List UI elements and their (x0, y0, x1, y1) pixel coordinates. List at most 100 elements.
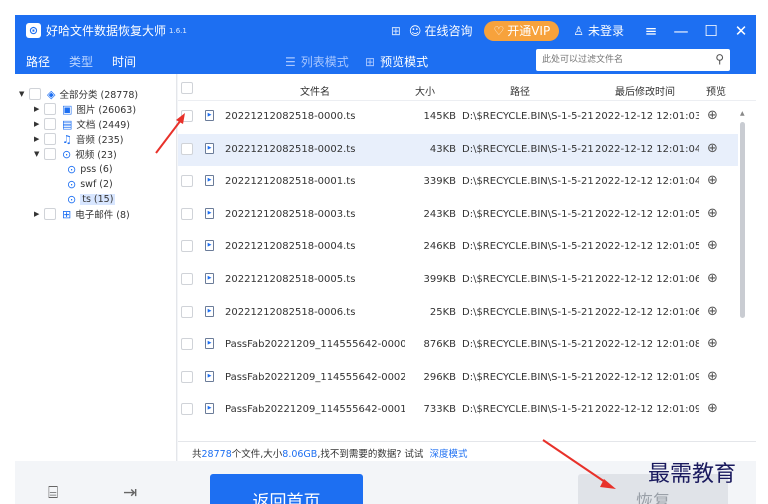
export-icon[interactable]: ⇥ (123, 483, 137, 503)
expand-arrow-icon[interactable]: ▶ (34, 105, 44, 113)
table-row[interactable]: ▶ 20221212082518-0005.ts 399KB D:\$RECYCLE.… (178, 264, 738, 296)
row-checkbox[interactable] (181, 240, 193, 253)
zoom-in-icon[interactable]: ⊕ (707, 141, 718, 156)
row-checkbox[interactable] (181, 305, 193, 318)
list-icon: ☰ (285, 54, 296, 69)
row-checkbox[interactable] (181, 338, 193, 351)
row-checkbox[interactable] (181, 403, 193, 416)
zoom-in-icon[interactable]: ⊕ (707, 108, 718, 123)
row-checkbox[interactable] (181, 175, 193, 188)
checkbox[interactable] (29, 88, 41, 100)
zoom-in-icon[interactable]: ⊕ (707, 206, 718, 221)
close-button[interactable]: ✕ (726, 15, 756, 46)
category-tree: ▼ ◈ 全部分类 (28778) ▶ ▣ 图片 (26063) ▶ ▤ 文档 (… (15, 74, 177, 461)
tree-item-images[interactable]: ▶ ▣ 图片 (26063) (34, 102, 136, 117)
zoom-in-icon[interactable]: ⊕ (707, 304, 718, 319)
status-text: 共28778个文件,大小8.06GB,找不到需要的数据? 试试 深度模式 (192, 446, 467, 460)
checkbox[interactable] (44, 133, 56, 145)
minimize-button[interactable]: — (666, 15, 696, 46)
zoom-in-icon[interactable]: ⊕ (707, 369, 718, 384)
grid-menu-icon[interactable]: ⊞ (391, 24, 401, 38)
row-checkbox[interactable] (181, 207, 193, 220)
tree-item-swf[interactable]: ⊙ swf (2) (67, 177, 113, 191)
expand-arrow-icon[interactable]: ▶ (34, 120, 44, 128)
search-box: ⚲ (536, 49, 730, 71)
checkbox[interactable] (44, 103, 56, 115)
scrollbar-thumb[interactable] (740, 122, 745, 318)
zoom-in-icon[interactable]: ⊕ (707, 401, 718, 416)
expand-arrow-icon[interactable]: ▶ (34, 135, 44, 143)
table-row[interactable]: ▶ PassFab20221209_114555642-0002.ts 296KB D… (178, 362, 738, 394)
table-row[interactable]: ▶ 20221212082518-0002.ts 43KB D:\$RECYCLE.B… (178, 133, 738, 166)
preview-mode-label: 预览模式 (380, 55, 429, 69)
file-icon: ▶ (205, 338, 214, 350)
tree-item-audio[interactable]: ▶ ♫ 音频 (235) (34, 132, 123, 147)
file-name: 20221212082518-0000.ts (225, 111, 356, 122)
scroll-up-arrow-icon[interactable]: ▲ (740, 110, 745, 117)
row-checkbox[interactable] (181, 273, 193, 285)
table-row[interactable]: ▶ PassFab20221209_114555642-0001.ts 733KB D… (178, 394, 738, 426)
zoom-in-icon[interactable]: ⊕ (707, 271, 718, 286)
tree-root-label: 全部分类 (28778) (59, 90, 139, 101)
login-button[interactable]: ♙ 未登录 (573, 22, 624, 39)
tree-item-email[interactable]: ▶ ⊞ 电子邮件 (8) (34, 207, 130, 222)
vertical-scrollbar[interactable]: ▲ (738, 108, 748, 438)
zoom-in-icon[interactable]: ⊕ (707, 336, 718, 351)
play-icon: ⊙ (67, 177, 77, 191)
table-row[interactable]: ▶ PassFab20221209_114555642-0000.ts 876KB D… (178, 329, 738, 361)
file-path: D:\$RECYCLE.BIN\S-1-5-21-49 (462, 404, 593, 416)
list-mode-label: 列表模式 (300, 55, 349, 69)
deep-mode-link[interactable]: 深度模式 (429, 449, 467, 460)
tab-path[interactable]: 路径 (26, 53, 50, 70)
search-icon[interactable]: ⚲ (715, 52, 724, 66)
header-size[interactable]: 大小 (415, 83, 435, 98)
search-input[interactable] (542, 50, 702, 70)
list-mode-button[interactable]: ☰ 列表模式 (285, 53, 349, 70)
checkbox[interactable] (44, 148, 56, 160)
select-all-checkbox[interactable] (181, 82, 193, 94)
expand-arrow-icon[interactable]: ▶ (34, 210, 44, 218)
collapse-arrow-icon[interactable]: ▼ (19, 90, 29, 98)
nav-bar: 路径 类型 时间 ☰ 列表模式 ⊞ 预览模式 ⚲ (15, 46, 756, 78)
toolbox-icon[interactable]: ⌸ (48, 483, 58, 503)
header-path[interactable]: 路径 (510, 83, 530, 98)
file-icon: ▶ (205, 142, 214, 154)
zoom-in-icon[interactable]: ⊕ (707, 173, 718, 188)
app-version: 1.6.1 (169, 26, 187, 35)
file-name: 20221212082518-0006.ts (225, 306, 356, 318)
tree-item-video[interactable]: ▼ ⊙ 视频 (23) (34, 147, 117, 162)
table-row[interactable]: ▶ 20221212082518-0001.ts 339KB D:\$RECYCLE.… (178, 166, 738, 198)
tree-item-ts[interactable]: ⊙ ts (15) (67, 192, 116, 206)
header-modified[interactable]: 最后修改时间 (615, 83, 675, 98)
vip-button[interactable]: ♡ 开通VIP (484, 20, 560, 41)
online-consult-button[interactable]: ☺ 在线咨询 (409, 22, 473, 39)
row-checkbox[interactable] (181, 370, 193, 383)
menu-icon[interactable]: ≡ (636, 15, 666, 46)
table-row[interactable]: ▶ 20221212082518-0004.ts 246KB D:\$RECYCLE.… (178, 231, 738, 263)
table-row[interactable]: ▶ 20221212082518-0000.ts 145KB D:\$RECYCLE.… (178, 101, 738, 133)
file-size: 43KB (429, 143, 456, 155)
collapse-arrow-icon[interactable]: ▼ (34, 150, 44, 158)
file-size: 243KB (423, 208, 456, 220)
table-row[interactable]: ▶ 20221212082518-0006.ts 25KB D:\$RECYCLE.B… (178, 297, 738, 329)
file-icon: ▶ (205, 273, 214, 284)
row-checkbox[interactable] (181, 142, 193, 155)
tab-time[interactable]: 时间 (112, 53, 136, 70)
tree-item-pss[interactable]: ⊙ pss (6) (67, 162, 113, 176)
checkbox[interactable] (44, 118, 56, 130)
tree-root[interactable]: ▼ ◈ 全部分类 (28778) (19, 87, 139, 102)
status-prefix: 共 (192, 449, 202, 460)
tab-type[interactable]: 类型 (69, 53, 93, 78)
table-header: 文件名 大小 路径 最后修改时间 预览 (178, 74, 756, 101)
back-home-button[interactable]: 返回首页 (210, 474, 363, 504)
row-checkbox[interactable] (181, 110, 193, 122)
header-name[interactable]: 文件名 (300, 83, 330, 98)
checkbox[interactable] (44, 208, 56, 220)
maximize-button[interactable]: ☐ (696, 15, 726, 46)
preview-mode-button[interactable]: ⊞ 预览模式 (365, 53, 428, 70)
table-row[interactable]: ▶ 20221212082518-0003.ts 243KB D:\$RECYCLE.… (178, 199, 738, 231)
file-name: 20221212082518-0003.ts (225, 208, 356, 220)
play-icon: ⊙ (67, 192, 77, 206)
zoom-in-icon[interactable]: ⊕ (707, 238, 718, 253)
tree-item-documents[interactable]: ▶ ▤ 文档 (2449) (34, 117, 130, 132)
